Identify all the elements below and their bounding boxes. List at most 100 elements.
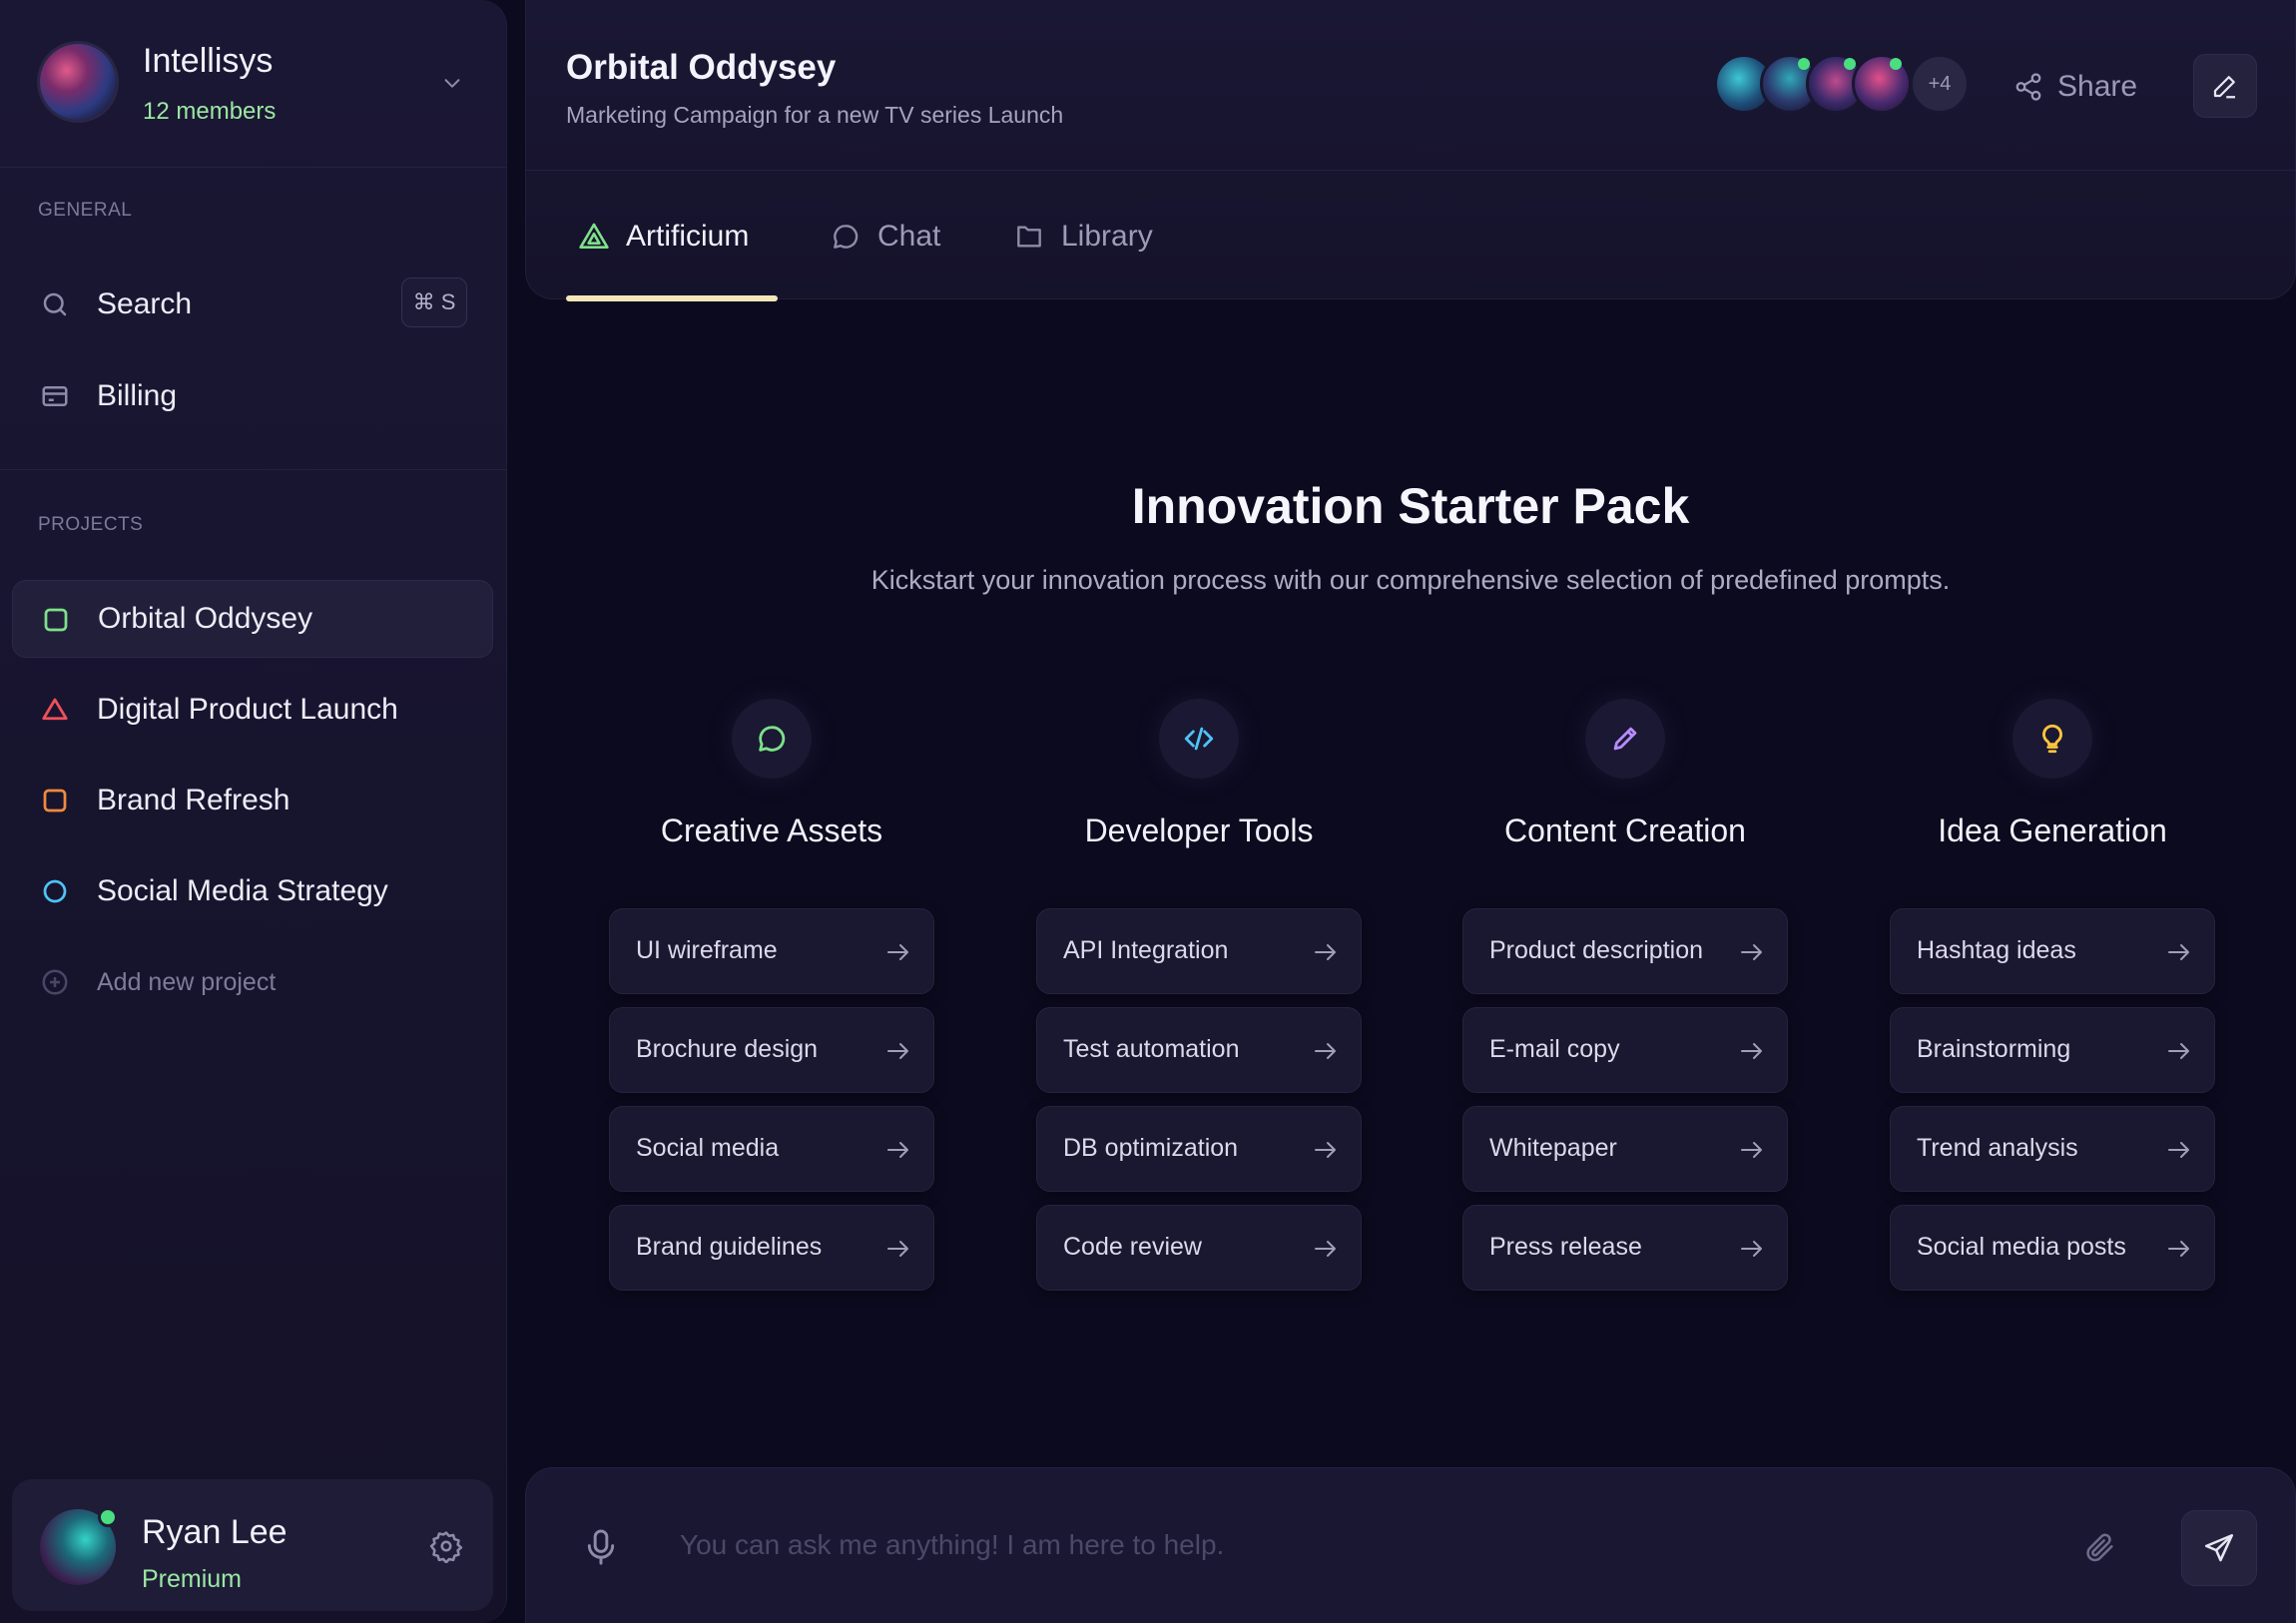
credit-card-icon [42,386,68,406]
category-icon-badge [1159,699,1239,779]
prompt-label: Brainstorming [1917,1035,2071,1063]
prompt-button[interactable]: DB optimization [1036,1106,1362,1192]
header-divider [526,170,2296,171]
tab-artificium[interactable]: Artificium [578,212,749,262]
add-project-button[interactable]: Add new project [12,943,493,1021]
workspace-avatar [40,44,116,120]
prompt-button[interactable]: Social media posts [1890,1205,2215,1291]
prompt-button[interactable]: Whitepaper [1462,1106,1788,1192]
prompt-button[interactable]: UI wireframe [609,908,934,994]
project-item-digital-product-launch[interactable]: Digital Product Launch [12,671,493,749]
prompt-button[interactable]: Trend analysis [1890,1106,2215,1192]
triangle-icon [42,698,68,721]
send-button[interactable] [2181,1510,2257,1586]
prompt-label: Social media [636,1134,780,1162]
circle-icon [43,879,67,903]
prompt-button[interactable]: Brainstorming [1890,1007,2215,1093]
pencil-icon [2213,76,2235,99]
project-label: Digital Product Launch [97,693,398,726]
sidebar: Intellisys 12 members GENERAL Search ⌘ S… [0,0,507,1623]
workspace-name: Intellisys [143,42,274,80]
online-status-dot [1844,58,1856,70]
gear-icon[interactable] [429,1529,463,1563]
project-item-orbital-oddysey[interactable]: Orbital Oddysey [12,580,493,658]
prompt-button[interactable]: Brochure design [609,1007,934,1093]
arrow-right-icon [1315,1241,1336,1257]
arrow-right-icon [1741,1241,1762,1257]
send-icon [2204,1533,2234,1562]
arrow-right-icon [1741,1043,1762,1059]
prompt-label: Test automation [1063,1035,1240,1063]
prompt-button[interactable]: Test automation [1036,1007,1362,1093]
search-shortcut-badge: ⌘ S [401,277,467,327]
chat-bubble-icon [759,726,786,752]
category-icon-badge [1585,699,1665,779]
sidebar-item-label: Billing [97,379,178,412]
prompt-button[interactable]: Press release [1462,1205,1788,1291]
tab-label: Library [1061,220,1153,253]
user-plan: Premium [142,1565,243,1593]
arrow-right-icon [1741,1142,1762,1158]
user-card[interactable]: Ryan Lee Premium [12,1479,493,1611]
share-label: Share [2057,70,2138,103]
prompt-label: Code review [1063,1233,1202,1261]
sidebar-item-billing[interactable]: Billing [12,357,493,435]
message-composer [525,1467,2296,1623]
prompt-button[interactable]: Brand guidelines [609,1205,934,1291]
tab-chat[interactable]: Chat [830,212,940,262]
prompt-label: DB optimization [1063,1134,1239,1162]
arrow-right-icon [887,944,908,960]
lightbulb-icon [2042,724,2062,754]
project-header: Orbital Oddysey Marketing Campaign for a… [525,0,2296,301]
folder-icon [1017,226,1041,248]
starter-pack-title: Innovation Starter Pack [1131,478,1690,534]
project-item-brand-refresh[interactable]: Brand Refresh [12,762,493,839]
prompt-label: API Integration [1063,936,1229,964]
tab-label: Chat [877,220,941,253]
add-project-label: Add new project [97,967,277,996]
tab-label: Artificium [626,220,750,253]
paperclip-icon[interactable] [2083,1530,2117,1564]
share-icon [2015,73,2041,101]
message-input[interactable] [680,1520,2037,1570]
arrow-right-icon [1315,1043,1336,1059]
prompt-label: Whitepaper [1489,1134,1617,1162]
category-title: Creative Assets [660,812,883,848]
online-status-dot [98,1507,118,1527]
prompt-label: E-mail copy [1489,1035,1620,1063]
prompt-label: UI wireframe [636,936,778,964]
prompt-button[interactable]: Code review [1036,1205,1362,1291]
tab-library[interactable]: Library [1013,212,1153,262]
microphone-icon[interactable] [586,1528,616,1566]
page-title: Orbital Oddysey [566,48,837,87]
arrow-right-icon [2168,944,2189,960]
arrow-right-icon [1315,944,1336,960]
chat-bubble-icon [834,225,859,249]
prompt-button[interactable]: Hashtag ideas [1890,908,2215,994]
prompt-label: Social media posts [1917,1233,2126,1261]
avatar [1852,54,1912,114]
prompt-label: Press release [1489,1233,1642,1261]
share-button[interactable]: Share [2013,62,2137,112]
chevron-down-icon[interactable] [441,72,463,94]
square-icon [44,608,68,632]
prompt-label: Hashtag ideas [1917,936,2076,964]
edit-button[interactable] [2193,54,2257,118]
general-section-label: GENERAL [38,200,133,221]
arrow-right-icon [2168,1043,2189,1059]
online-status-dot [1890,58,1902,70]
pencil-icon [1613,727,1637,751]
workspace-switcher[interactable]: Intellisys 12 members [0,0,507,168]
category-title: Idea Generation [1938,812,2167,848]
prompt-button[interactable]: Social media [609,1106,934,1192]
arrow-right-icon [2168,1142,2189,1158]
extra-members-count: +4 [1910,54,1970,114]
arrow-right-icon [2168,1241,2189,1257]
sidebar-divider [0,469,507,470]
user-name: Ryan Lee [142,1513,287,1551]
prompt-label: Trend analysis [1917,1134,2078,1162]
project-item-social-media-strategy[interactable]: Social Media Strategy [12,852,493,930]
prompt-button[interactable]: E-mail copy [1462,1007,1788,1093]
prompt-button[interactable]: API Integration [1036,908,1362,994]
prompt-button[interactable]: Product description [1462,908,1788,994]
